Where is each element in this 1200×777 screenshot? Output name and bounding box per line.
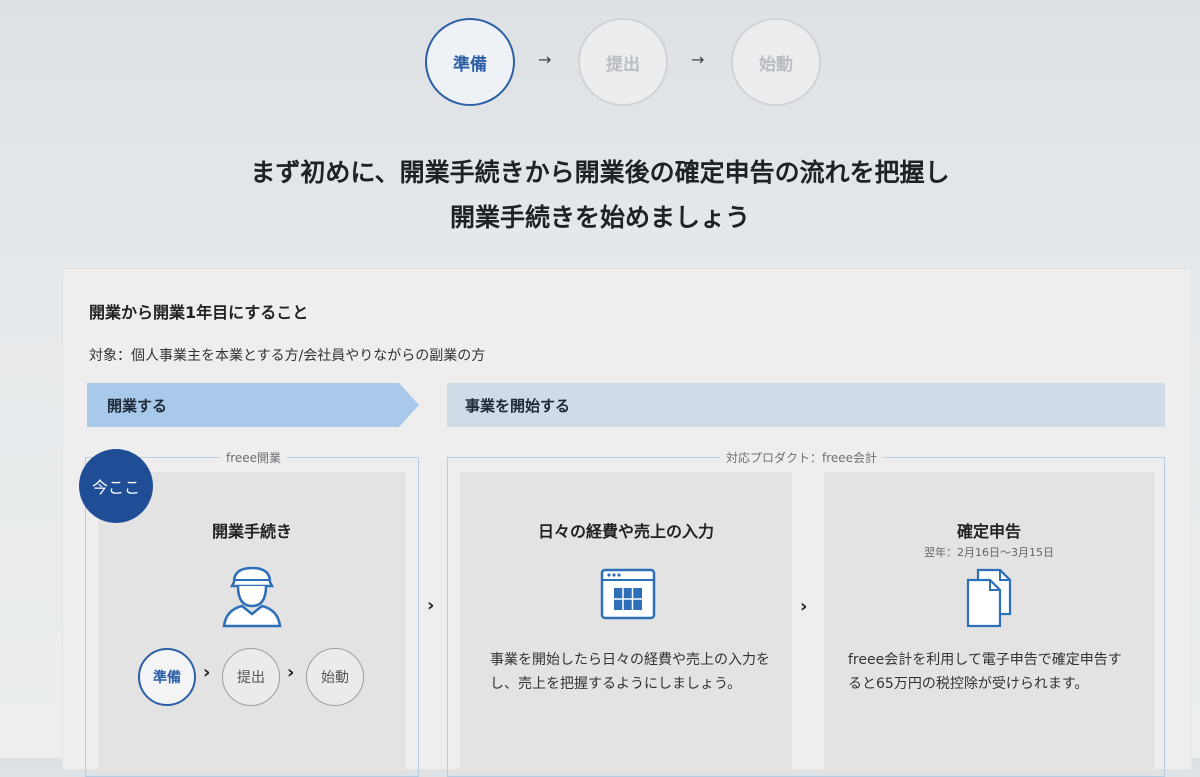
- card-title: 開業から開業1年目にすること: [89, 303, 309, 322]
- top-step-arrow-1: →: [538, 50, 552, 69]
- top-step-start: 始動: [731, 18, 821, 106]
- panel-tax-return-desc: freee会計を利用して電子申告で確定申告すると65万円の税控除が受けられます。: [848, 652, 1122, 692]
- card-target-audience: 対象：個人事業主を本業とする方/会社員やりながらの副業の方: [89, 348, 486, 364]
- banner-open-business-label: 開業する: [107, 397, 168, 415]
- headline-line-1: まず初めに、開業手続きから開業後の確定申告の流れを把握し: [250, 158, 950, 187]
- top-step-submit: 提出: [578, 18, 668, 106]
- top-step-arrow-2: →: [691, 50, 705, 69]
- panel-tax-return[interactable]: 確定申告 翌年：2月16日〜3月15日 freee会計を利用して電子申告で確定申…: [824, 472, 1154, 772]
- panel-tax-return-title: 確定申告: [956, 522, 1021, 541]
- panel-daily-input-title: 日々の経費や売上の入力: [537, 522, 714, 541]
- panel-daily-input-desc: 事業を開始したら日々の経費や売上の入力をし、売上を把握するようにしましょう。: [490, 652, 770, 692]
- headline-line-2: 開業手続きを始めましょう: [449, 203, 750, 232]
- banner-start-business: 事業を開始する: [447, 383, 1165, 427]
- flow-chevron-1: ›: [427, 595, 435, 616]
- box-freee-kaigyo-label: freee開業: [220, 449, 288, 466]
- banner-open-business: 開業する: [87, 383, 419, 427]
- flow-chevron-2: ›: [800, 596, 808, 617]
- mini-step-start: 始動: [306, 648, 364, 706]
- mini-step-chevron-1: ›: [203, 662, 211, 683]
- now-here-badge: 今ここ: [79, 449, 153, 523]
- top-step-indicator: 準備 → 提出 → 始動: [0, 18, 1200, 108]
- panel-daily-input[interactable]: 日々の経費や売上の入力 事業を開始したら日々の経費や売上の入力をし、売上を把握す…: [460, 472, 792, 772]
- top-step-prepare: 準備: [425, 18, 515, 106]
- mini-step-chevron-2: ›: [287, 662, 295, 683]
- mini-step-submit: 提出: [222, 648, 280, 706]
- person-icon: [220, 562, 284, 628]
- panel-kaigyo-title: 開業手続き: [211, 522, 292, 541]
- panel-kaigyo-procedure[interactable]: 開業手続き 準備 › 提出 › 始動: [98, 472, 406, 772]
- banner-start-business-label: 事業を開始する: [465, 397, 571, 415]
- mini-step-prepare: 準備: [138, 648, 196, 706]
- box-freee-kaikei: 対応プロダクト：freee会計 日々の経費や売上の入力 事業を開始したら日々の経…: [447, 449, 1165, 777]
- documents-icon: [964, 568, 1016, 628]
- spreadsheet-window-icon: [600, 566, 656, 622]
- box-freee-kaikei-label: 対応プロダクト：freee会計: [720, 449, 884, 466]
- page-headline: まず初めに、開業手続きから開業後の確定申告の流れを把握し 開業手続きを始めましょ…: [0, 150, 1200, 240]
- panel-tax-return-period: 翌年：2月16日〜3月15日: [924, 546, 1054, 559]
- flow-card: 開業から開業1年目にすること 対象：個人事業主を本業とする方/会社員やりながらの…: [62, 268, 1192, 777]
